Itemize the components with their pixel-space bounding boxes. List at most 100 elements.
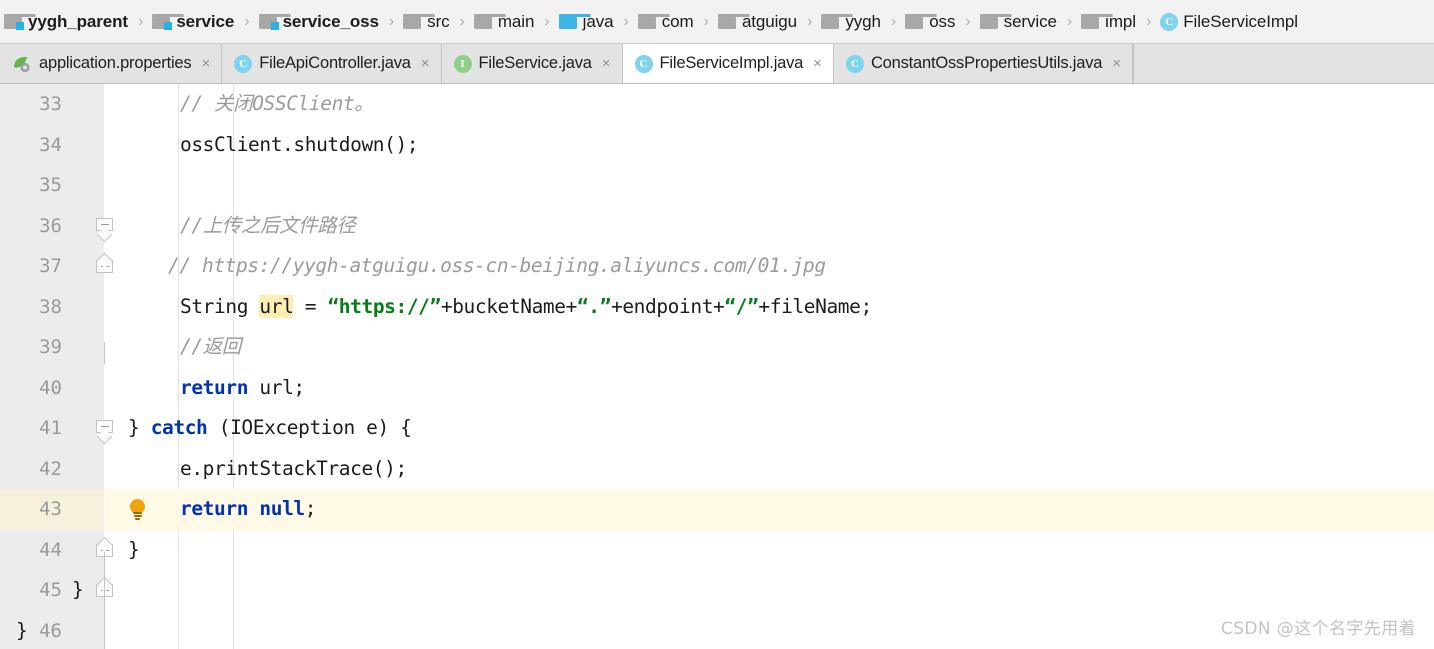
code-token: return [180, 497, 249, 520]
line-number: 39 [39, 336, 62, 358]
code-line[interactable]: 43 return null; [0, 489, 1434, 530]
code-text: e.printStackTrace(); [180, 449, 407, 490]
editor-tab-constantosspropertiesutils-java[interactable]: C ConstantOssPropertiesUtils.java × [833, 44, 1134, 83]
code-line-body[interactable]: String url = “https://”+bucketName+“.”+e… [105, 287, 1434, 328]
breadcrumb-item-impl[interactable]: impl [1079, 0, 1138, 43]
breadcrumb-item-oss[interactable]: oss [903, 0, 957, 43]
code-text: } [128, 530, 140, 571]
code-token: = [293, 294, 328, 318]
close-icon[interactable]: × [813, 56, 822, 71]
code-token: } [128, 416, 151, 439]
breadcrumb-item-atguigu[interactable]: atguigu [716, 0, 799, 43]
line-number: 43 [0, 489, 104, 530]
code-line-body[interactable]: //上传之后文件路径 [105, 206, 1434, 247]
breadcrumb-item-service-oss[interactable]: service_oss [257, 0, 381, 43]
code-token: return [180, 375, 249, 399]
code-line-body[interactable]: return url; [105, 368, 1434, 409]
code-line[interactable]: 39 //返回 [0, 327, 1434, 368]
code-token: ; [304, 497, 317, 520]
line-number: 34 [39, 133, 62, 156]
code-line-body[interactable]: return null; [105, 489, 1434, 530]
code-line-body[interactable] [105, 165, 1434, 206]
breadcrumb-item-label: service_oss [282, 11, 379, 31]
code-line[interactable]: 33 // 关闭OSSClient。 [0, 84, 1434, 125]
breadcrumb-item-yygh-parent[interactable]: yygh_parent [2, 0, 130, 43]
code-line[interactable]: 41} catch (IOException e) { [0, 408, 1434, 449]
code-token: // 关闭OSSClient。 [180, 92, 374, 115]
code-line[interactable]: 44} [0, 530, 1434, 571]
line-number: 37 [39, 255, 62, 277]
close-icon[interactable]: × [421, 56, 430, 71]
code-line[interactable]: 37 // https://yygh-atguigu.oss-cn-beijing… [0, 246, 1434, 287]
csdn-watermark: CSDN @这个名字先用着 [1220, 619, 1416, 639]
java-class-icon: C [234, 54, 253, 73]
breadcrumb-item-main[interactable]: main [472, 0, 536, 43]
tab-bar-filler [1133, 44, 1434, 83]
breadcrumb-item-fileserviceimpl[interactable]: C FileServiceImpl [1158, 0, 1300, 43]
breadcrumb-item-src[interactable]: src [401, 0, 451, 43]
close-icon[interactable]: × [201, 56, 210, 71]
breadcrumb-item-yygh[interactable]: yygh [819, 0, 883, 43]
code-line-body[interactable]: //返回 [105, 327, 1434, 368]
breadcrumb-separator: › [1145, 12, 1152, 30]
editor-tab-fileserviceimpl-java[interactable]: C FileServiceImpl.java × [622, 44, 834, 83]
code-token: //返回 [180, 335, 241, 358]
breadcrumb-separator: › [138, 12, 144, 30]
java-class-icon: C [1160, 12, 1179, 31]
code-editor[interactable]: 33 // 关闭OSSClient。 34 ossClient.shutdown();… [0, 84, 1434, 649]
code-token: e.printStackTrace(); [180, 456, 407, 480]
code-token: (IOException e) { [207, 416, 412, 439]
close-icon[interactable]: × [602, 56, 611, 71]
code-line[interactable]: 36 //上传之后文件路径 [0, 206, 1434, 247]
editor-tab-fileapicontroller-java[interactable]: C FileApiController.java × [222, 44, 442, 83]
breadcrumb-item-com[interactable]: com [636, 0, 696, 43]
code-text: // 关闭OSSClient。 [180, 84, 374, 125]
code-line[interactable]: 35 [0, 165, 1434, 206]
breadcrumb-separator: › [623, 12, 629, 30]
breadcrumb-item-java[interactable]: java [557, 0, 616, 43]
code-line[interactable]: 42 e.printStackTrace(); [0, 449, 1434, 490]
code-token: ossClient.shutdown(); [180, 132, 419, 156]
editor-tab-label: application.properties [39, 54, 192, 72]
line-number: 36 [39, 214, 62, 237]
package-folder-icon [717, 14, 750, 29]
breadcrumb-separator: › [965, 12, 971, 30]
intention-lightbulb-icon[interactable] [129, 499, 146, 520]
code-line-body[interactable]: // 关闭OSSClient。 [105, 84, 1434, 125]
fold-down-icon[interactable] [96, 217, 113, 242]
breadcrumb: yygh_parent › service › service_oss › src › main… [0, 0, 1434, 44]
line-number: 44 [39, 538, 62, 561]
code-text: //上传之后文件路径 [180, 206, 356, 247]
editor-tab-fileservice-java[interactable]: I FileService.java × [441, 44, 623, 83]
code-token: url; [248, 375, 305, 399]
code-token: url [259, 294, 294, 318]
code-line-body[interactable]: } [105, 530, 1434, 571]
breadcrumb-item-service[interactable]: service [150, 0, 236, 43]
package-folder-icon [821, 14, 854, 29]
code-line-body[interactable]: e.printStackTrace(); [105, 449, 1434, 490]
fold-down-icon[interactable] [96, 420, 113, 445]
line-number: 42 [39, 457, 62, 480]
code-line[interactable]: 45} [0, 570, 1434, 611]
code-token: String [180, 294, 260, 318]
code-line[interactable]: 46} [0, 611, 1434, 649]
code-line-body[interactable]: } catch (IOException e) { [105, 408, 1434, 449]
close-icon[interactable]: × [1112, 56, 1121, 71]
code-line-body[interactable]: ossClient.shutdown(); [105, 125, 1434, 166]
code-line-body[interactable]: } [72, 570, 1434, 611]
package-folder-icon [905, 14, 938, 29]
code-token: } [16, 618, 28, 642]
module-folder-icon [152, 14, 185, 30]
code-lines[interactable]: 33 // 关闭OSSClient。 34 ossClient.shutdown();… [0, 84, 1434, 649]
breadcrumb-item-label: FileServiceImpl [1183, 11, 1298, 31]
editor-tab-bar: application.properties × C FileApiControlle… [0, 44, 1434, 84]
code-line[interactable]: 38 String url = “https://”+bucketName+“.”… [0, 287, 1434, 328]
editor-tab-application-properties[interactable]: application.properties × [0, 44, 223, 83]
fold-up-icon[interactable] [96, 252, 113, 277]
code-line-body[interactable]: // https://yygh-atguigu.oss-cn-beijing.a… [105, 246, 1434, 287]
breadcrumb-item-service[interactable]: service [978, 0, 1059, 43]
code-line[interactable]: 40 return url; [0, 368, 1434, 409]
breadcrumb-separator: › [703, 12, 709, 30]
code-line[interactable]: 34 ossClient.shutdown(); [0, 125, 1434, 166]
editor-tab-label: ConstantOssPropertiesUtils.java [870, 54, 1103, 72]
